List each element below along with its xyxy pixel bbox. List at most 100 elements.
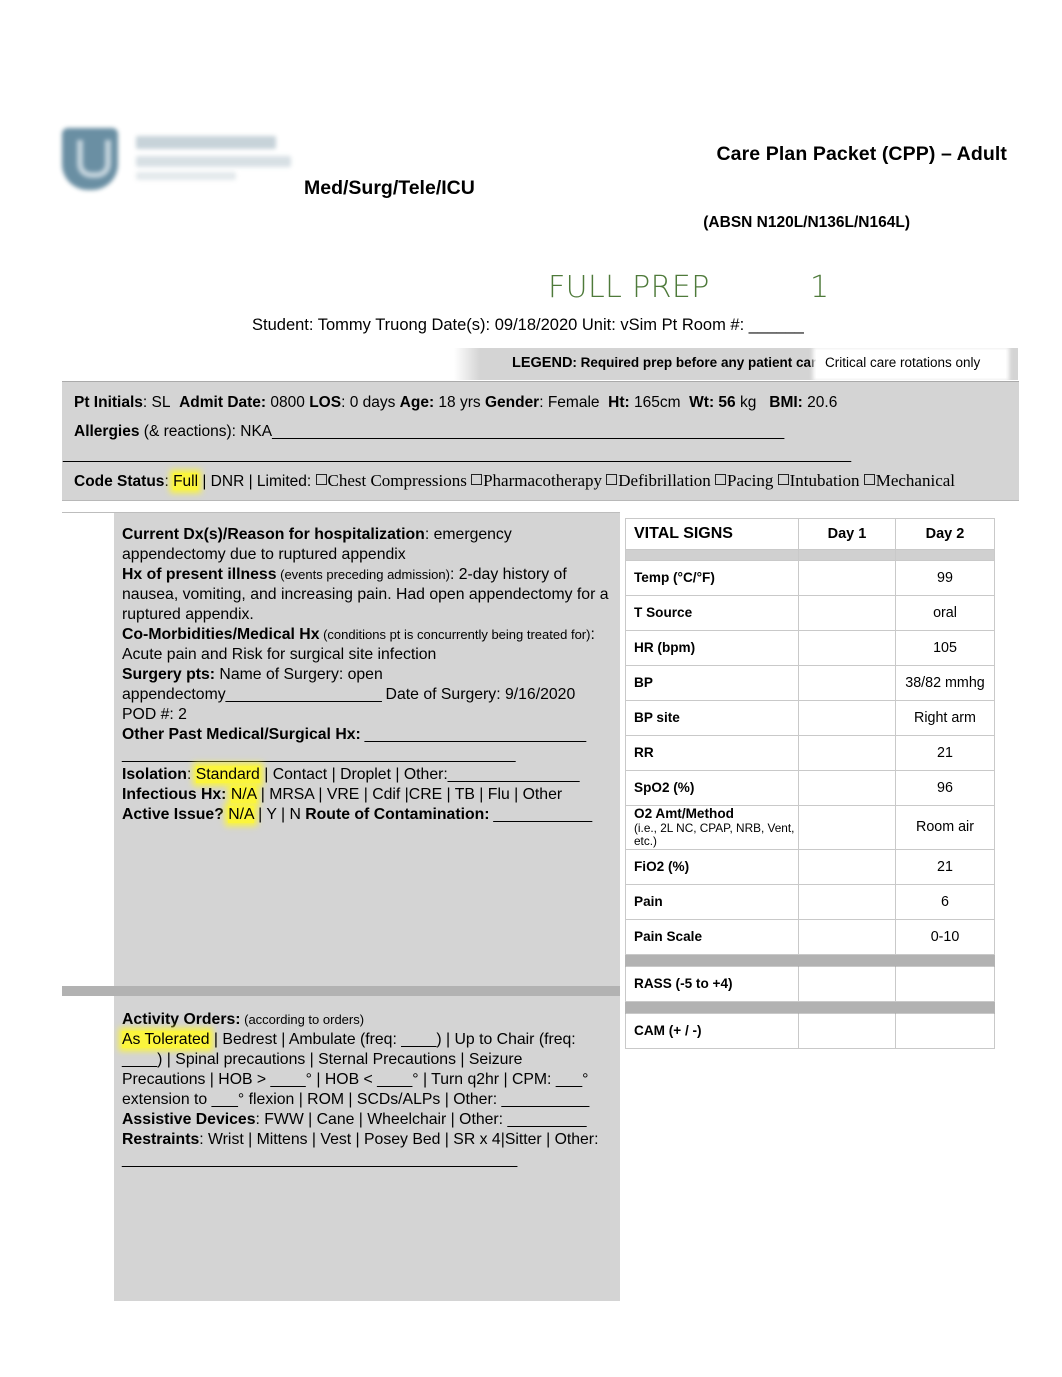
vital-label: BP — [625, 665, 799, 701]
table-row: RASS (-5 to +4) — [625, 965, 995, 1002]
checkbox-pharmacotherapy[interactable] — [471, 474, 483, 485]
table-row: BP 38/82 mmhg — [625, 665, 995, 701]
pt-initials-label: Pt Initials — [74, 394, 143, 411]
ht-label: Ht: — [608, 394, 630, 411]
isolation-value[interactable]: Standard — [195, 765, 260, 783]
patient-info-box: Pt Initials: SL Admit Date: 0800 LOS: 0 … — [62, 381, 1019, 501]
table-row: CAM (+ / -) — [625, 1012, 995, 1049]
surgery-label: Surgery pts: — [122, 665, 216, 683]
pt-initials-value: : SL — [142, 394, 171, 411]
table-row: HR (bpm) 105 — [625, 630, 995, 666]
panel-left-gutter-2 — [62, 996, 114, 1301]
unit-subtitle: Med/Surg/Tele/ICU — [304, 177, 475, 199]
vital-day2-value[interactable]: 38/82 mmhg — [895, 665, 995, 701]
vital-day2-value[interactable]: 6 — [895, 883, 995, 920]
allergies-blank-1[interactable]: ________________________________________… — [272, 423, 784, 440]
limited-item-1: Pharmacotherapy — [483, 471, 603, 490]
infectious-hx-row: Infectious Hx: N/A | MRSA | VRE | Cdif |… — [122, 785, 610, 805]
table-row: O2 Amt/Method (i.e., 2L NC, CPAP, NRB, Ve… — [625, 805, 995, 850]
vital-day1-value[interactable] — [798, 883, 896, 920]
vital-day2-value[interactable]: 99 — [895, 560, 995, 596]
vital-label: BP site — [625, 700, 799, 736]
vital-day2-value[interactable]: 21 — [895, 735, 995, 771]
vitals-header-row: VITAL SIGNS Day 1 Day 2 — [625, 518, 995, 550]
hpi-note: (events preceding admission) — [276, 566, 450, 582]
legend-band: LEGEND: Required prep before any patient… — [454, 348, 1018, 380]
vital-label: HR (bpm) — [625, 630, 799, 666]
restraints-row: Restraints: Wrist | Mittens | Vest | Pos… — [122, 1130, 610, 1170]
gender-label: Gender — [484, 394, 540, 411]
vital-day1-value[interactable] — [798, 918, 896, 955]
vital-day1-value[interactable] — [798, 595, 896, 631]
vital-day2-value[interactable]: Room air — [895, 805, 995, 850]
vital-label: O2 Amt/Method (i.e., 2L NC, CPAP, NRB, Ve… — [625, 805, 799, 850]
vital-day1-value[interactable] — [798, 848, 896, 885]
infectious-hx-options[interactable]: | MRSA | VRE | Cdif |CRE | TB | Flu | Ot… — [256, 786, 562, 803]
vital-day1-value[interactable] — [798, 965, 896, 1002]
code-status-value[interactable]: Full — [173, 473, 199, 490]
vital-day2-value[interactable] — [895, 965, 995, 1002]
allergies-value: (& reactions): NKA — [139, 423, 273, 440]
route-blank[interactable]: ____________ — [490, 806, 592, 823]
vital-day2-value[interactable]: 96 — [895, 770, 995, 806]
vital-day1-value[interactable] — [798, 770, 896, 806]
allergies-label: Allergies — [74, 423, 140, 440]
activity-order-selected[interactable]: As Tolerated — [122, 1030, 210, 1048]
checkbox-mechanical[interactable] — [863, 474, 875, 485]
infectious-hx-value[interactable]: N/A — [230, 785, 257, 803]
table-row: Pain 6 — [625, 883, 995, 920]
isolation-row: Isolation: Standard | Contact | Droplet … — [122, 765, 610, 785]
other-hx-row: Other Past Medical/Surgical Hx: ________… — [122, 725, 610, 745]
checkbox-chest-compressions[interactable] — [315, 474, 327, 485]
isolation-options[interactable]: | Contact | Droplet | Other:____________… — [260, 766, 579, 783]
assistive-devices-options[interactable]: : FWW | Cane | Wheelchair | Other: _____… — [256, 1111, 587, 1128]
activity-orders-row: As Tolerated | Bedrest | Ambulate (freq:… — [122, 1030, 610, 1110]
checkbox-pacing[interactable] — [715, 474, 727, 485]
checkbox-defibrillation[interactable] — [606, 474, 618, 485]
code-status-label: Code Status — [74, 473, 165, 490]
vital-day2-value[interactable]: 0-10 — [895, 918, 995, 955]
vital-label: RR — [625, 735, 799, 771]
vital-label: Pain Scale — [625, 918, 799, 955]
clinical-history-panel: Current Dx(s)/Reason for hospitalization… — [62, 512, 620, 990]
table-row: Temp (°C/°F) 99 — [625, 560, 995, 596]
other-hx-blank[interactable]: ___________________________ — [361, 726, 587, 743]
vital-day1-value[interactable] — [798, 700, 896, 736]
vital-label: Temp (°C/°F) — [625, 560, 799, 596]
activity-orders-label: Activity Orders: — [122, 1011, 241, 1028]
vital-day2-value[interactable]: Right arm — [895, 700, 995, 736]
vital-label: SpO2 (%) — [625, 770, 799, 806]
checkbox-intubation[interactable] — [777, 474, 789, 485]
limited-item-4: Intubation — [789, 471, 860, 490]
vital-day1-value[interactable] — [798, 665, 896, 701]
vital-day1-value[interactable] — [798, 560, 896, 596]
other-hx-blank-2[interactable]: ________________________________________… — [122, 746, 516, 763]
vital-day2-value[interactable]: 21 — [895, 848, 995, 885]
vital-day2-value[interactable]: 105 — [895, 630, 995, 666]
table-row: FiO2 (%) 21 — [625, 848, 995, 885]
allergies-line: Allergies (& reactions): NKA____________… — [74, 423, 784, 441]
comorbidities-note: (conditions pt is concurrently being tre… — [319, 626, 591, 642]
vital-day1-value[interactable] — [798, 1012, 896, 1049]
active-issue-options[interactable]: | Y | N — [254, 806, 306, 823]
vital-day1-value[interactable] — [798, 735, 896, 771]
route-label: Route of Contamination: — [305, 805, 490, 823]
shield-icon — [62, 128, 118, 190]
active-issue-value[interactable]: N/A — [228, 805, 254, 823]
vital-signs-table: VITAL SIGNS Day 1 Day 2 Temp (°C/°F) 99 T… — [625, 518, 995, 1049]
vital-day1-value[interactable] — [798, 630, 896, 666]
vital-day2-value[interactable] — [895, 1012, 995, 1049]
assistive-devices-label: Assistive Devices — [122, 1110, 256, 1128]
logo-wordmark-line-2 — [136, 156, 291, 167]
document-header: Care Plan Packet (CPP) – Adult Med/Surg/… — [0, 0, 1062, 334]
comorbidities-label: Co-Morbidities/Medical Hx — [122, 625, 320, 643]
surgery-blank[interactable]: ___________________ — [226, 686, 382, 703]
bmi-label: BMI: — [769, 394, 803, 411]
student-info-line: Student: Tommy Truong Date(s): 09/18/202… — [252, 316, 804, 334]
vitals-body: Temp (°C/°F) 99 T Source oral HR (bpm) 105 … — [625, 560, 995, 1049]
ht-value: 165cm — [629, 394, 681, 411]
vital-day2-value[interactable]: oral — [895, 595, 995, 631]
vital-day1-value[interactable] — [798, 805, 896, 850]
vitals-column-day1: Day 1 — [798, 518, 896, 550]
allergies-blank-2[interactable]: ________________________________________… — [63, 446, 851, 463]
